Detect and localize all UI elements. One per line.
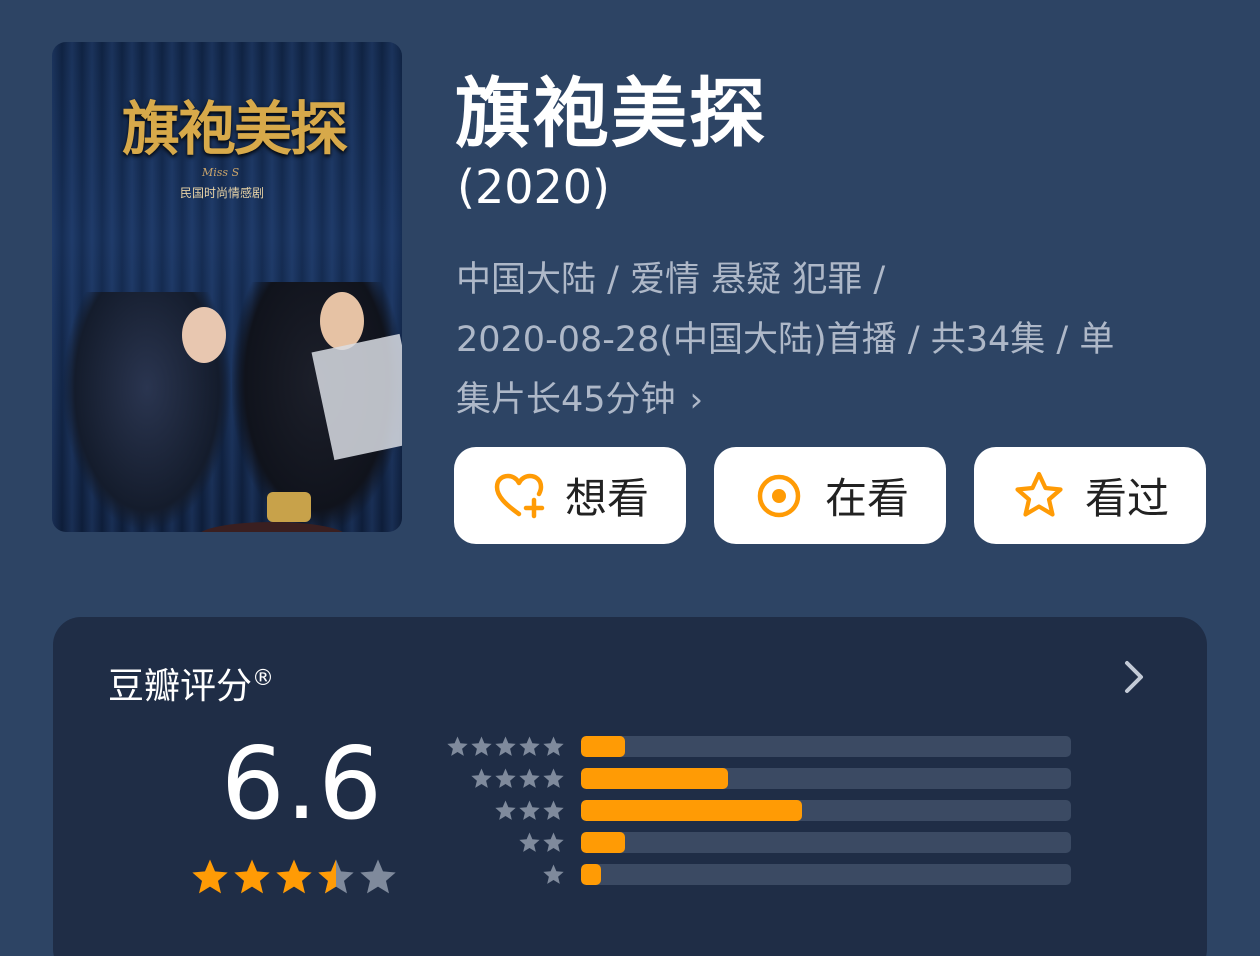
star-empty-icon [543, 768, 564, 788]
star-empty-icon [519, 800, 540, 820]
star-empty-icon [495, 736, 516, 756]
show-title: 旗袍美探 [455, 69, 767, 158]
distribution-star-label [446, 735, 565, 758]
poster-subtitle-cn: 民国时尚情感剧 [180, 186, 265, 200]
distribution-bar-fill [581, 864, 601, 885]
distribution-star-label [518, 831, 565, 854]
star-empty-icon [543, 864, 564, 884]
star-half-icon [318, 859, 354, 894]
distribution-row-4-star [433, 767, 1073, 791]
star-empty-icon [495, 800, 516, 820]
distribution-row-1-star [433, 863, 1073, 887]
distribution-star-label [542, 863, 565, 886]
want-to-watch-button[interactable]: 想看 [454, 447, 686, 544]
distribution-bar-track [581, 800, 1071, 821]
distribution-bar-track [581, 768, 1071, 789]
star-empty-icon [543, 736, 564, 756]
watching-label: 在看 [824, 474, 909, 523]
douban-rating-label: 豆瓣评分® [108, 657, 274, 709]
star-empty-icon [519, 832, 540, 852]
star-empty-icon [360, 859, 396, 894]
target-circle-icon [757, 474, 801, 517]
heart-plus-icon [494, 473, 545, 518]
poster-image[interactable]: 旗袍美探 Miss S 民国时尚情感剧 [52, 42, 402, 532]
show-meta[interactable]: 中国大陆 / 爱情 悬疑 犯罪 / 2020-08-28(中国大陆)首播 / 共… [456, 250, 1196, 430]
star-empty-icon [495, 768, 516, 788]
meta-line-region-genre: 中国大陆 / 爱情 悬疑 犯罪 / [456, 260, 886, 300]
meta-line-premiere-episodes: 2020-08-28(中国大陆)首播 / 共34集 / 单 [456, 320, 1115, 360]
distribution-row-5-star [433, 735, 1073, 759]
meta-duration-text: 集片长45分钟 [456, 380, 676, 420]
watched-button[interactable]: 看过 [974, 447, 1206, 544]
watched-label: 看过 [1084, 474, 1169, 523]
want-to-watch-label: 想看 [564, 474, 649, 523]
distribution-bar-fill [581, 768, 728, 789]
distribution-star-label [494, 799, 565, 822]
star-filled-icon [234, 859, 270, 894]
registered-mark: ® [252, 666, 275, 691]
poster-woman-face [182, 307, 226, 363]
distribution-bar-fill [581, 832, 626, 853]
star-empty-icon [471, 768, 492, 788]
distribution-bar-track [581, 864, 1071, 885]
star-empty-icon [543, 800, 564, 820]
distribution-bar-track [581, 736, 1071, 757]
distribution-star-label [470, 767, 565, 790]
meta-line-duration: 集片长45分钟 › [456, 370, 1196, 430]
star-filled-icon [276, 859, 312, 894]
rating-card[interactable]: 豆瓣评分® 6.6 [53, 617, 1207, 956]
rating-score: 6.6 [221, 725, 384, 842]
distribution-bar-fill [581, 736, 626, 757]
poster-man-face [320, 292, 364, 350]
distribution-bar-track [581, 832, 1071, 853]
star-empty-icon [471, 736, 492, 756]
star-outline-icon [1015, 471, 1063, 517]
poster-title-logo: 旗袍美探 [122, 95, 348, 163]
poster-telephone [267, 492, 311, 522]
show-year: (2020) [457, 160, 610, 214]
star-empty-icon [519, 736, 540, 756]
watching-button[interactable]: 在看 [714, 447, 946, 544]
distribution-row-2-star [433, 831, 1073, 855]
chevron-right-icon[interactable] [1121, 657, 1147, 697]
rating-stars [190, 857, 398, 897]
star-empty-icon [519, 768, 540, 788]
distribution-row-3-star [433, 799, 1073, 823]
chevron-right-icon[interactable]: › [690, 370, 704, 430]
star-empty-icon [543, 832, 564, 852]
poster-subtitle-en: Miss S [202, 166, 240, 179]
star-filled-icon [192, 859, 228, 894]
distribution-bar-fill [581, 800, 802, 821]
star-empty-icon [447, 736, 468, 756]
douban-rating-text: 豆瓣评分 [108, 666, 253, 707]
